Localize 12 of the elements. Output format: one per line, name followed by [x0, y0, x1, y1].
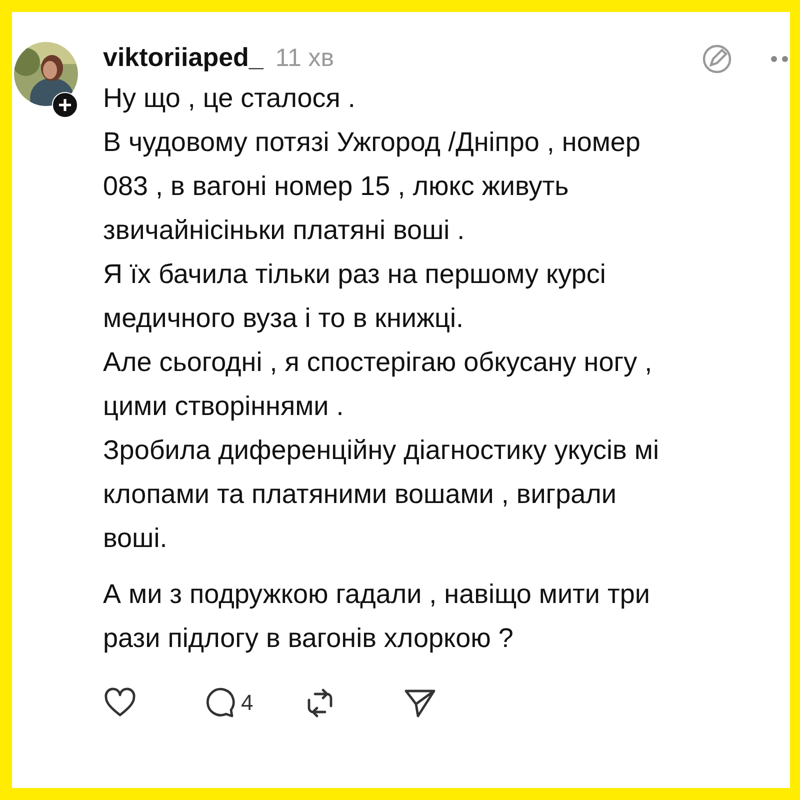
- pencil-icon[interactable]: [700, 42, 734, 76]
- more-icon[interactable]: [770, 55, 790, 63]
- post-text: Але сьогодні , я спостерігаю обкусану ногу , цими створіннями .: [103, 346, 654, 423]
- post-text: В чудовому потязі Ужгород /Дніпро , номер 083 , в вагоні номер 15 , люкс живуть звичайнісіньки платяні воші .: [103, 126, 642, 247]
- post-time: 11 хв: [275, 44, 334, 73]
- reply-count: 4: [241, 690, 254, 716]
- post-text: Ну що , це сталося .: [103, 82, 356, 115]
- post-text: Зробила диференційну діагностику укусів мі клопами та платяними вошами , виграли воші.: [103, 434, 660, 555]
- plus-icon[interactable]: [52, 92, 78, 118]
- post-text: А ми з подружкою гадали , навіщо мити три рази підлогу в вагонів хлоркою ?: [103, 578, 651, 655]
- username[interactable]: viktoriiaped_: [103, 42, 264, 73]
- post-text: Я їх бачила тільки раз на першому курсі медичного вуза і то в книжці.: [103, 258, 607, 335]
